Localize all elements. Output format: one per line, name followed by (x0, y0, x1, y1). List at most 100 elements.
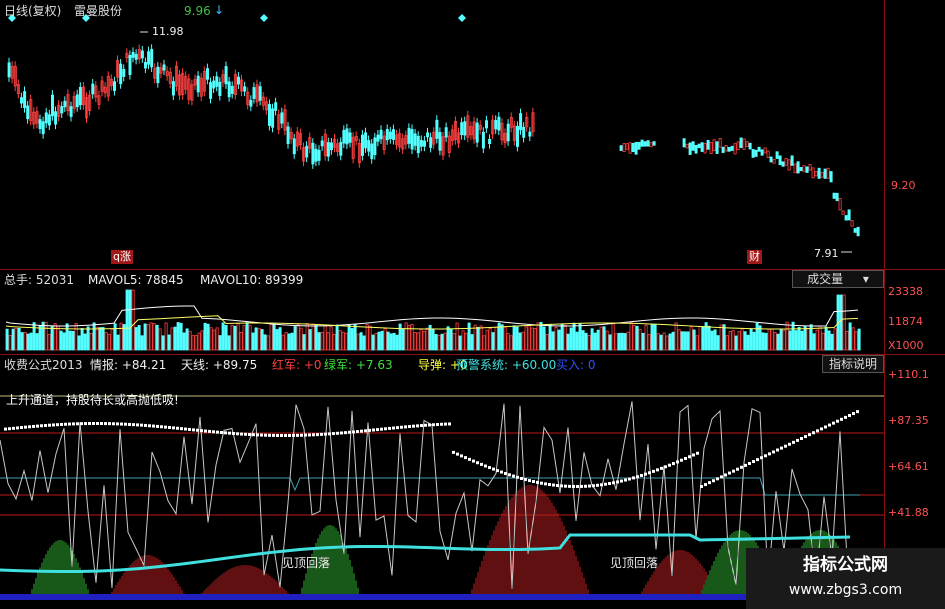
indicator-tick: +87.35 (888, 414, 929, 427)
sky-dot (772, 450, 775, 454)
sky-dot (68, 422, 71, 426)
sky-dot (680, 458, 683, 462)
sky-dot (748, 461, 751, 465)
sky-dot (480, 462, 483, 466)
sky-dot (56, 423, 59, 427)
sky-dot (16, 426, 19, 430)
sky-dot (252, 433, 255, 437)
period-label[interactable]: 日线(复权) (4, 4, 61, 18)
sky-dot (844, 415, 847, 419)
sky-dot (392, 426, 395, 430)
sky-dot (500, 470, 503, 474)
indicator-tick: +41.88 (888, 506, 929, 519)
sky-dot (648, 471, 651, 475)
volume-indicator-separator (0, 354, 945, 355)
sky-dot (284, 433, 287, 437)
sky-dot (756, 458, 759, 462)
sky-dot (104, 422, 107, 426)
sky-dot (516, 475, 519, 479)
rebound-label: 见顶回落 (282, 556, 331, 570)
sky-dot (704, 483, 707, 487)
sky-dot (268, 433, 271, 437)
sky-dot (316, 433, 319, 437)
indicator-dropdown[interactable]: 成交量 ▾ (792, 270, 884, 288)
dropdown-label: 成交量 (807, 272, 844, 286)
sky-dot (668, 463, 671, 467)
sky-dot (360, 429, 363, 433)
sky-dot (204, 429, 207, 433)
sky-dot (584, 484, 587, 488)
sky-dot (596, 483, 599, 487)
chart-window: 日线(复权) 雷曼股份 9.96 ↓ 11.98 9.20 7.91 q涨 财 … (0, 0, 945, 609)
sky-dot (292, 433, 295, 437)
sky-dot (304, 433, 307, 437)
marker-right[interactable]: 财 (747, 250, 762, 264)
sky-dot (624, 478, 627, 482)
sky-dot (640, 473, 643, 477)
sky-dot (536, 480, 539, 484)
sky-dot (40, 424, 43, 428)
sky-dot (228, 431, 231, 435)
alert-system-label: 预警系统: +60.00 (456, 358, 557, 372)
sky-dot (740, 465, 743, 469)
indicator-lines (0, 395, 884, 600)
watermark-title: 指标公式网 (803, 555, 888, 575)
sky-dot (128, 422, 131, 426)
sky-dot (736, 467, 739, 471)
sky-dot (608, 482, 611, 486)
marker-left[interactable]: q涨 (111, 250, 133, 264)
indicator-help-button[interactable]: 指标说明 (822, 355, 884, 373)
sky-dot (528, 479, 531, 483)
sky-dot (28, 425, 31, 429)
mavol5-label: MAVOL5: 78845 (88, 273, 184, 287)
sky-dot (760, 456, 763, 460)
sky-dot (48, 423, 51, 427)
sky-dot (32, 424, 35, 428)
sky-dot (572, 484, 575, 488)
trend-notice: 上升通道，持股待长或高抛低吸! (6, 393, 179, 407)
sky-dot (88, 422, 91, 426)
sky-dot (432, 423, 435, 427)
sky-dot (20, 426, 23, 430)
sky-dot (484, 464, 487, 468)
sky-dot (172, 426, 175, 430)
sky-dot (712, 479, 715, 483)
red-army-label: 红军: +0 (272, 358, 322, 372)
sky-dot (776, 448, 779, 452)
sky-dot (244, 432, 247, 436)
sky-dot (604, 482, 607, 486)
sky-dot (616, 480, 619, 484)
sky-dot (264, 433, 267, 437)
sky-dot (140, 423, 143, 427)
sky-dot (84, 422, 87, 426)
sky-dot (448, 422, 451, 426)
sky-dot (752, 460, 755, 464)
sky-label: 天线: +89.75 (181, 358, 258, 372)
sky-dot (296, 433, 299, 437)
low-price-label: 7.91 (814, 247, 839, 260)
sky-dot (504, 471, 507, 475)
sky-dot (544, 482, 547, 486)
sky-dot (664, 465, 667, 469)
sky-dot (444, 422, 447, 426)
sky-dot (364, 429, 367, 433)
sky-dot (272, 433, 275, 437)
sky-dot (784, 444, 787, 448)
mavol10-label: MAVOL10: 89399 (200, 273, 304, 287)
sky-dot (184, 427, 187, 431)
sky-dot (852, 412, 855, 416)
sky-dot (824, 425, 827, 429)
sky-dot (336, 431, 339, 435)
sky-dot (428, 423, 431, 427)
sky-dot (324, 432, 327, 436)
sky-dot (168, 425, 171, 429)
sky-dot (400, 425, 403, 429)
sky-dot (276, 433, 279, 437)
sky-dot (156, 424, 159, 428)
green-army-label: 绿军: +7.63 (324, 358, 393, 372)
sky-dot (260, 433, 263, 437)
sky-dot (452, 450, 455, 454)
sky-dot (644, 472, 647, 476)
sky-dot (816, 429, 819, 433)
sky-dot (12, 426, 15, 430)
